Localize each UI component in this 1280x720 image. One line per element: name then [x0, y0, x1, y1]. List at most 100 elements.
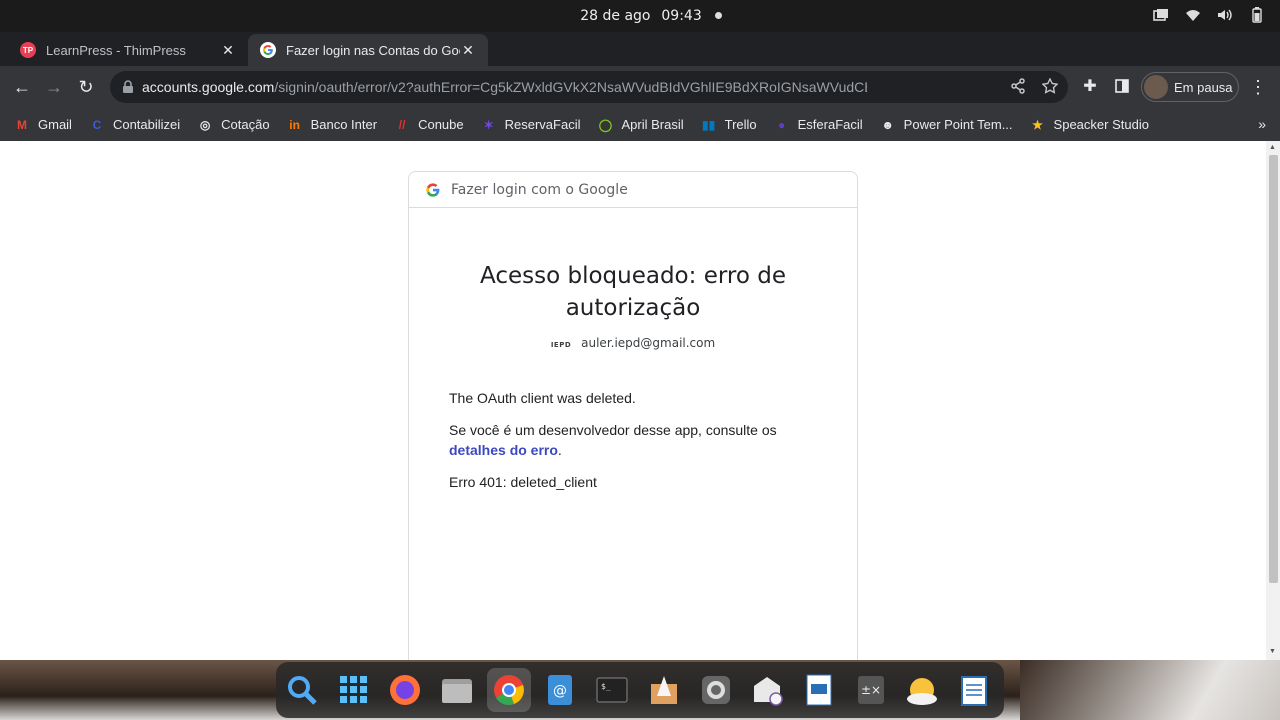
account-chip[interactable]: IEPD auler.iepd@gmail.com [409, 336, 857, 350]
writer-icon[interactable] [797, 668, 841, 712]
svg-text:@: @ [553, 683, 567, 699]
contacts-icon[interactable]: @ [539, 668, 583, 712]
chrome-icon[interactable] [486, 668, 531, 712]
bookmark-label: Trello [724, 117, 757, 132]
page-content: Fazer login com o Google Acesso bloquead… [0, 141, 1266, 660]
bookmark-label: Contabilizei [112, 117, 181, 132]
bookmark-label: ReservaFacil [504, 117, 581, 132]
extensions-icon[interactable]: ✚ [1079, 76, 1101, 98]
browser-toolbar: ← → ↻ accounts.google.com/signin/oauth/e… [0, 66, 1280, 108]
firefox-icon[interactable] [383, 668, 427, 712]
bookmark-label: Power Point Tem... [903, 117, 1013, 132]
error-line-1: The OAuth client was deleted. [449, 390, 636, 406]
url-host: accounts.google.com [142, 79, 275, 95]
tab-title: LearnPress - ThimPress [46, 42, 186, 58]
weather-icon[interactable] [901, 668, 945, 712]
error-details-link[interactable]: detalhes do erro [449, 442, 558, 458]
page-title: Acesso bloqueado: erro de autorização [480, 263, 786, 321]
bookmark-item[interactable]: in Banco Inter [287, 117, 378, 133]
lock-icon[interactable] [122, 80, 134, 94]
close-tab-icon[interactable]: ✕ [460, 42, 476, 59]
tab-learnpress[interactable]: TP LearnPress - ThimPress ✕ [8, 34, 248, 66]
scroll-down-icon[interactable]: ▼ [1269, 648, 1276, 655]
bookmark-label: Gmail [38, 117, 72, 132]
bookmark-item[interactable]: C Contabilizei [89, 117, 181, 133]
bookmark-favicon-icon: ▮▮ [702, 117, 716, 132]
bookmark-label: Conube [418, 117, 464, 132]
thimpress-favicon-icon: TP [20, 42, 36, 58]
menu-icon[interactable]: ⋮ [1247, 76, 1269, 98]
bookmark-favicon-icon: ✶ [483, 117, 494, 132]
bookmark-label: Banco Inter [310, 117, 378, 132]
volume-icon[interactable] [1216, 6, 1234, 24]
bookmark-item[interactable]: ☻ Power Point Tem... [880, 117, 1013, 133]
system-top-bar: 28 de ago 09:43 [0, 0, 1280, 32]
error-message: The OAuth client was deleted. Se você é … [449, 388, 817, 492]
battery-icon[interactable] [1248, 6, 1266, 24]
launcher-icon[interactable] [642, 668, 686, 712]
back-icon[interactable]: ← [11, 76, 33, 98]
bookmark-favicon-icon: C [92, 117, 102, 132]
calculator-icon[interactable]: ±× [849, 668, 893, 712]
card-header-label: Fazer login com o Google [451, 181, 628, 198]
bookmark-favicon-icon: // [398, 117, 406, 132]
bookmark-favicon-icon: ★ [1032, 117, 1043, 132]
avatar [1144, 75, 1168, 99]
google-logo-icon [426, 182, 440, 197]
close-tab-icon[interactable]: ✕ [220, 42, 236, 59]
error-line-2-suffix: . [557, 442, 562, 458]
wifi-icon[interactable] [1184, 6, 1202, 24]
reload-icon[interactable]: ↻ [75, 76, 97, 98]
files-icon[interactable] [435, 668, 479, 712]
bookmark-item[interactable]: ✶ ReservaFacil [481, 117, 581, 133]
date-label: 28 de ago [580, 8, 651, 24]
page-scrollbar[interactable]: ▲ ▼ [1266, 141, 1280, 660]
bookmark-item[interactable]: // Conube [394, 117, 464, 133]
bookmark-favicon-icon: in [289, 117, 300, 132]
bookmark-favicon-icon: ◯ [598, 117, 613, 132]
bookmark-label: EsferaFacil [797, 117, 863, 132]
share-icon[interactable] [1010, 78, 1026, 94]
bookmark-item[interactable]: ★ Speacker Studio [1030, 117, 1149, 133]
more-bookmarks-icon[interactable]: » [1258, 116, 1266, 132]
bookmark-item[interactable]: ▮▮ Trello [701, 117, 757, 133]
app-grid-icon[interactable] [332, 668, 376, 712]
tab-google-login[interactable]: Fazer login nas Contas do Google ✕ [248, 34, 488, 66]
scroll-thumb[interactable] [1269, 155, 1278, 583]
search-app-icon[interactable] [280, 668, 324, 712]
bookmark-label: April Brasil [621, 117, 684, 132]
scroll-up-icon[interactable]: ▲ [1269, 144, 1276, 151]
error-code: Erro 401: deleted_client [449, 474, 597, 490]
card-header: Fazer login com o Google [409, 172, 857, 208]
address-bar[interactable]: accounts.google.com/signin/oauth/error/v… [110, 71, 1068, 103]
side-panel-icon[interactable] [1111, 76, 1133, 98]
account-email: auler.iepd@gmail.com [581, 336, 716, 350]
terminal-icon[interactable]: $_ [590, 668, 634, 712]
window-switch-icon[interactable] [1152, 6, 1170, 24]
profile-button[interactable]: Em pausa [1141, 72, 1239, 102]
profile-status: Em pausa [1174, 79, 1233, 95]
email-icon[interactable] [745, 668, 789, 712]
settings-icon[interactable] [694, 668, 738, 712]
bookmark-item[interactable]: ● EsferaFacil [774, 117, 863, 133]
dock: @ $_ ±× [276, 662, 1004, 718]
google-favicon-icon [260, 42, 276, 58]
bookmark-favicon-icon: M [17, 117, 27, 132]
bookmark-favicon-icon: ◎ [199, 117, 211, 132]
tab-title: Fazer login nas Contas do Google [286, 42, 460, 58]
bookmarks-bar: M Gmail C Contabilizei ◎ Cotação in Banco Inter… [0, 108, 1280, 141]
url-path: /signin/oauth/error/v2?authError=Cg5kZWx… [274, 79, 867, 95]
error-card: Fazer login com o Google Acesso bloquead… [408, 171, 858, 660]
bookmark-item[interactable]: ◎ Cotação [197, 117, 270, 133]
error-line-2-text: Se você é um desenvolvedor desse app, co… [449, 422, 777, 438]
bookmark-item[interactable]: ◯ April Brasil [597, 117, 684, 133]
time-label: 09:43 [661, 8, 702, 24]
notes-icon[interactable] [952, 668, 996, 712]
system-tray[interactable] [1152, 6, 1266, 24]
forward-icon[interactable]: → [43, 76, 65, 98]
bookmark-star-icon[interactable] [1042, 78, 1058, 94]
bookmark-item[interactable]: M Gmail [14, 117, 72, 133]
clock[interactable]: 28 de ago 09:43 [0, 8, 1280, 24]
bookmark-label: Cotação [221, 117, 270, 132]
notification-dot-icon [715, 12, 722, 19]
